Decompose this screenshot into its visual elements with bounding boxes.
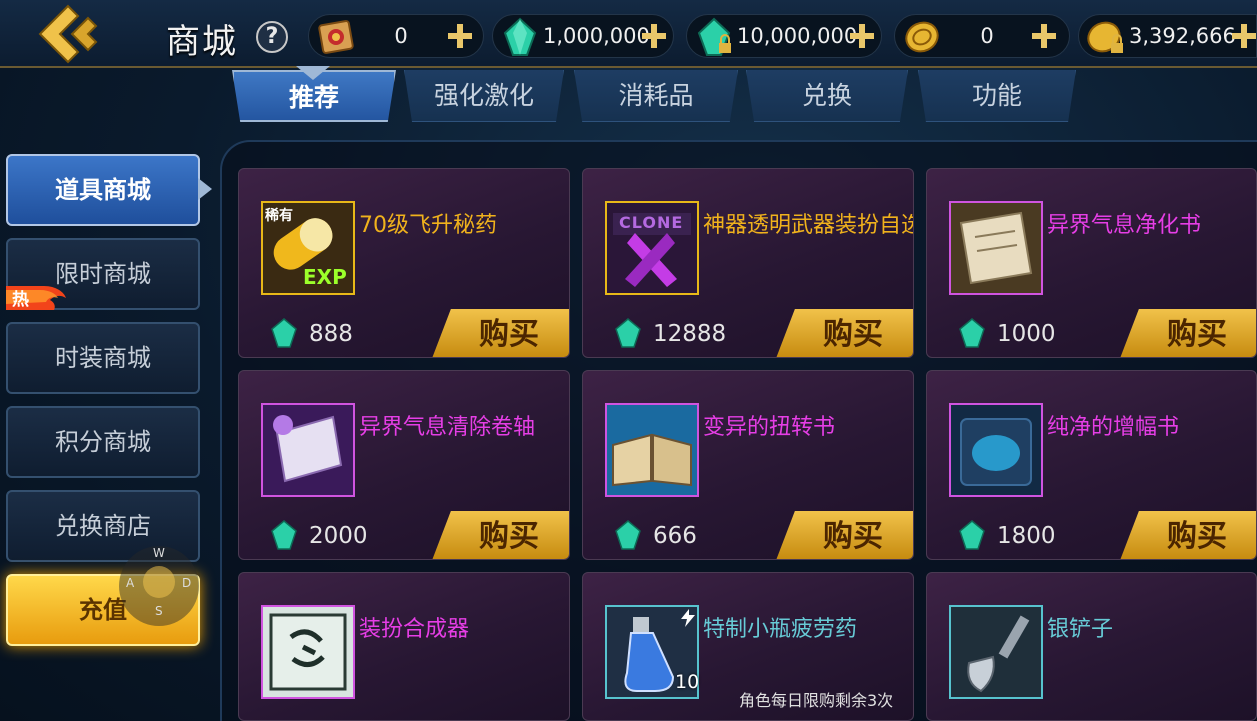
currency-locked-diamond: 10,000,000 [686, 14, 882, 58]
tab-consumables[interactable]: 消耗品 [574, 70, 738, 122]
currency-locked-gold-coin: 3,392,666 [1078, 14, 1257, 58]
purple-scroll-icon [273, 415, 343, 483]
diamond-icon [271, 520, 297, 550]
item-card[interactable]: 纯净的增幅书 1800 购买 [926, 370, 1257, 560]
item-name: 异界气息净化书 [1047, 213, 1202, 238]
currency-scroll-ticket: 0 [308, 14, 484, 58]
joystick-key-w: W [153, 546, 165, 560]
clone-label: CLONE [619, 213, 684, 232]
tab-exchange[interactable]: 兑换 [746, 70, 908, 122]
diamond-icon [959, 318, 985, 348]
sidebar-item-item-shop[interactable]: 道具商城 [6, 154, 200, 226]
item-thumbnail [261, 403, 355, 497]
buy-button[interactable]: 购买 [775, 309, 913, 357]
hot-badge-label: 热 [12, 290, 29, 310]
top-bar: 商城 ? 0 1,000,000 10,000,000 0 3,392,666 [0, 0, 1257, 68]
item-thumbnail [949, 403, 1043, 497]
diamond-icon [615, 318, 641, 348]
hot-badge: 热 [4, 282, 68, 312]
item-thumbnail: CLONE [605, 201, 699, 295]
diamond-icon [615, 520, 641, 550]
open-book-icon [612, 433, 692, 487]
active-pointer-icon [198, 178, 212, 200]
item-price: 12888 [653, 321, 727, 347]
item-card[interactable]: CLONE 神器透明武器装扮自选 12888 购买 [582, 168, 914, 358]
back-button[interactable] [34, 4, 106, 64]
item-thumbnail [605, 403, 699, 497]
plus-icon[interactable] [847, 21, 877, 51]
plus-icon[interactable] [1029, 21, 1059, 51]
item-price: 1000 [997, 321, 1056, 347]
item-price: 1800 [997, 523, 1056, 549]
diamond-icon [503, 17, 537, 56]
currency-value: 3,392,666 [1129, 24, 1236, 48]
item-name: 银铲子 [1047, 617, 1114, 642]
buy-button[interactable]: 购买 [775, 511, 913, 559]
tab-enhance[interactable]: 强化激化 [404, 70, 564, 122]
item-price: 888 [309, 321, 353, 347]
virtual-joystick[interactable]: W A D S [112, 542, 206, 632]
sidebar-item-fashion-shop[interactable]: 时装商城 [6, 322, 200, 394]
diamond-icon [271, 318, 297, 348]
currency-value: 0 [980, 24, 994, 48]
diamond-icon [959, 520, 985, 550]
item-thumbnail [261, 605, 355, 699]
sidebar-item-points-shop[interactable]: 积分商城 [6, 406, 200, 478]
item-price: 666 [653, 523, 697, 549]
plus-icon[interactable] [639, 21, 669, 51]
item-name: 纯净的增幅书 [1047, 415, 1180, 440]
item-card[interactable]: 异界气息清除卷轴 2000 购买 [238, 370, 570, 560]
parchment-scroll-icon [959, 211, 1033, 285]
plus-icon[interactable] [445, 21, 475, 51]
gold-coin-icon [905, 21, 939, 53]
silver-shovel-icon [967, 615, 1030, 693]
joystick-key-a: A [126, 576, 135, 590]
item-thumbnail [949, 201, 1043, 295]
plus-icon[interactable] [1229, 21, 1257, 51]
currency-value: 10,000,000 [737, 24, 858, 48]
purchase-limit-note: 角色每日限购剩余3次 [739, 691, 894, 710]
back-arrow-icon [38, 4, 98, 64]
item-name: 装扮合成器 [359, 617, 470, 642]
exp-label: EXP [303, 265, 347, 289]
buy-button[interactable]: 购买 [1119, 511, 1256, 559]
buy-button[interactable]: 购买 [431, 511, 569, 559]
item-card[interactable]: 异界气息净化书 1000 购买 [926, 168, 1257, 358]
item-card[interactable]: 稀有 EXP 70级飞升秘药 888 购买 [238, 168, 570, 358]
item-quantity: 10 [675, 671, 700, 693]
currency-value: 1,000,000 [543, 24, 650, 48]
lightning-icon [681, 609, 695, 627]
item-name: 异界气息清除卷轴 [359, 415, 536, 440]
scroll-ticket-icon [318, 20, 354, 54]
item-name: 特制小瓶疲劳药 [703, 617, 858, 642]
item-card[interactable]: 银铲子 [926, 572, 1257, 721]
page-title: 商城 [166, 22, 238, 62]
help-button[interactable]: ? [256, 21, 288, 53]
locked-gold-coin-icon [1087, 21, 1123, 53]
avatar-synthesizer-icon [269, 613, 347, 691]
item-name: 70级飞升秘药 [359, 213, 497, 238]
currency-diamond: 1,000,000 [492, 14, 674, 58]
buy-button[interactable]: 购买 [431, 309, 569, 357]
currency-gold-coin: 0 [894, 14, 1070, 58]
item-price: 2000 [309, 523, 368, 549]
tab-functions[interactable]: 功能 [918, 70, 1076, 122]
item-card[interactable]: 装扮合成器 [238, 572, 570, 721]
currency-value: 0 [394, 24, 408, 48]
buy-button[interactable]: 购买 [1119, 309, 1256, 357]
item-card[interactable]: 10 特制小瓶疲劳药 角色每日限购剩余3次 [582, 572, 914, 721]
rare-tag: 稀有 [265, 208, 293, 224]
tab-indicator-icon [296, 66, 330, 80]
locked-diamond-icon [697, 17, 731, 56]
joystick-key-d: D [182, 576, 192, 590]
blue-tome-icon [960, 418, 1032, 486]
item-card[interactable]: 变异的扭转书 666 购买 [582, 370, 914, 560]
item-name: 变异的扭转书 [703, 415, 836, 440]
item-thumbnail: 稀有 EXP [261, 201, 355, 295]
item-thumbnail [949, 605, 1043, 699]
joystick-key-s: S [155, 604, 163, 618]
item-name: 神器透明武器装扮自选 [703, 213, 914, 238]
